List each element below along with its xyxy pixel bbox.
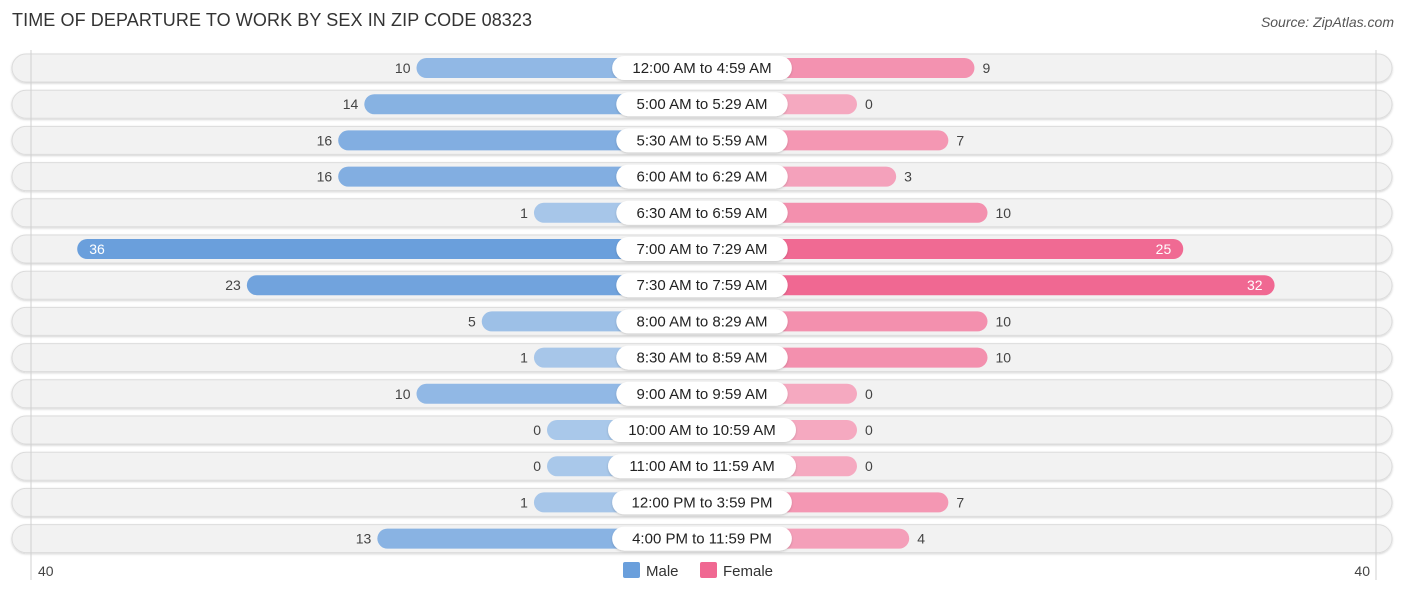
value-label-female: 10 bbox=[996, 350, 1012, 366]
legend-swatch-female bbox=[700, 562, 717, 578]
legend-swatch-male bbox=[623, 562, 640, 578]
value-label-female: 0 bbox=[865, 422, 873, 438]
value-label-male: 0 bbox=[533, 422, 541, 438]
category-label: 5:00 AM to 5:29 AM bbox=[637, 96, 768, 113]
value-label-male: 23 bbox=[225, 277, 241, 293]
value-label-female: 0 bbox=[865, 386, 873, 402]
category-label: 11:00 AM to 11:59 AM bbox=[629, 458, 774, 475]
category-label: 4:00 PM to 11:59 PM bbox=[632, 531, 772, 548]
value-label-male: 10 bbox=[395, 386, 411, 402]
chart-row: 13 4 4:00 PM to 11:59 PM bbox=[11, 524, 1393, 554]
legend-label-male: Male bbox=[646, 563, 679, 580]
chart-row: 16 7 5:30 AM to 5:59 AM bbox=[11, 125, 1393, 155]
value-label-male: 13 bbox=[356, 531, 372, 547]
category-label: 6:30 AM to 6:59 AM bbox=[637, 205, 768, 222]
category-label: 6:00 AM to 6:29 AM bbox=[637, 169, 768, 186]
chart-row: 1 7 12:00 PM to 3:59 PM bbox=[11, 487, 1393, 517]
value-label-male: 14 bbox=[343, 96, 359, 112]
axis-tick-right: 40 bbox=[1354, 563, 1370, 579]
category-label: 10:00 AM to 10:59 AM bbox=[628, 422, 776, 439]
value-label-male: 36 bbox=[89, 241, 105, 257]
value-label-female: 4 bbox=[917, 531, 925, 547]
value-label-female: 3 bbox=[904, 169, 912, 185]
value-label-male: 0 bbox=[533, 458, 541, 474]
value-label-female: 0 bbox=[865, 96, 873, 112]
chart-row: 23 32 7:30 AM to 7:59 AM bbox=[11, 270, 1393, 300]
value-label-female: 32 bbox=[1247, 277, 1263, 293]
bar-female bbox=[702, 275, 1275, 296]
value-label-female: 7 bbox=[956, 132, 964, 148]
value-label-male: 16 bbox=[317, 132, 333, 148]
chart-row: 1 10 8:30 AM to 8:59 AM bbox=[11, 343, 1393, 373]
category-label: 8:00 AM to 8:29 AM bbox=[637, 313, 768, 330]
value-label-male: 16 bbox=[317, 169, 333, 185]
category-label: 8:30 AM to 8:59 AM bbox=[637, 350, 768, 367]
bar-male bbox=[77, 239, 702, 259]
value-label-female: 7 bbox=[956, 494, 964, 510]
value-label-male: 10 bbox=[395, 60, 411, 76]
value-label-female: 10 bbox=[996, 313, 1012, 329]
value-label-male: 5 bbox=[468, 313, 476, 329]
category-label: 7:30 AM to 7:59 AM bbox=[637, 277, 768, 294]
legend: Male Female bbox=[623, 562, 773, 580]
axis-tick-left: 40 bbox=[38, 563, 54, 579]
chart-row: 16 3 6:00 AM to 6:29 AM bbox=[11, 162, 1393, 192]
value-label-male: 1 bbox=[520, 494, 528, 510]
category-label: 12:00 AM to 4:59 AM bbox=[632, 60, 771, 77]
category-label: 5:30 AM to 5:59 AM bbox=[637, 132, 768, 149]
legend-label-female: Female bbox=[723, 563, 773, 580]
category-label: 9:00 AM to 9:59 AM bbox=[637, 386, 768, 403]
chart-row: 10 9 12:00 AM to 4:59 AM bbox=[11, 53, 1393, 83]
chart-row: 0 0 11:00 AM to 11:59 AM bbox=[11, 451, 1393, 481]
value-label-male: 1 bbox=[520, 205, 528, 221]
category-label: 12:00 PM to 3:59 PM bbox=[632, 494, 773, 511]
chart-row: 36 25 7:00 AM to 7:29 AM bbox=[11, 234, 1393, 264]
diverging-bar-chart: 10 912:00 AM to 4:59 AM14 05:00 AM to 5:29… bbox=[11, 50, 1393, 580]
chart-row: 10 0 9:00 AM to 9:59 AM bbox=[11, 379, 1393, 409]
value-label-female: 25 bbox=[1156, 241, 1172, 257]
value-label-female: 0 bbox=[865, 458, 873, 474]
value-label-female: 10 bbox=[996, 205, 1012, 221]
chart-row: 1 10 6:30 AM to 6:59 AM bbox=[11, 198, 1393, 228]
category-label: 7:00 AM to 7:29 AM bbox=[637, 241, 768, 258]
chart-row: 14 0 5:00 AM to 5:29 AM bbox=[11, 89, 1393, 119]
value-label-female: 9 bbox=[982, 60, 990, 76]
chart-rows: 10 912:00 AM to 4:59 AM14 05:00 AM to 5:29… bbox=[11, 53, 1393, 554]
chart-row: 5 10 8:00 AM to 8:29 AM bbox=[11, 306, 1393, 336]
chart-row: 0 0 10:00 AM to 10:59 AM bbox=[11, 415, 1393, 445]
value-label-male: 1 bbox=[520, 350, 528, 366]
